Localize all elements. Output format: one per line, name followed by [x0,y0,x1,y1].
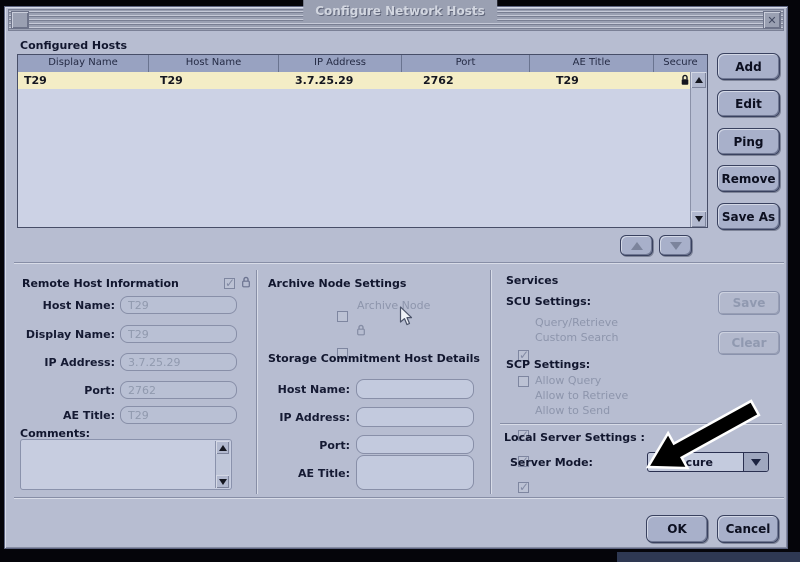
table-scrollbar[interactable] [690,72,707,227]
triangle-down-icon [695,216,703,222]
cell-ae-title: T29 [550,72,679,89]
allow-to-send-checkbox[interactable] [518,482,529,493]
scroll-up-button[interactable] [691,72,706,88]
port-label: Port: [20,384,115,397]
sc-ip-address-field[interactable] [356,407,474,427]
sc-port-field[interactable] [356,435,474,454]
cell-ip-address: 3.7.25.29 [289,72,417,89]
ip-address-label: IP Address: [20,356,115,369]
divider [14,497,784,499]
query-retrieve-label: Query/Retrieve [535,316,618,329]
edit-button[interactable]: Edit [717,90,780,117]
cell-host-name: T29 [154,72,289,89]
arrow-down-icon [670,242,682,250]
remote-host-info-label: Remote Host Information [22,277,179,290]
host-name-field[interactable] [120,296,237,314]
archive-node-checkbox-label: Archive Node [357,299,430,312]
configured-hosts-label: Configured Hosts [20,39,127,52]
table-row-selected[interactable]: T29 T29 3.7.25.29 2762 T29 [18,72,691,89]
desktop-background-patch [617,552,800,562]
clear-button[interactable]: Clear [718,331,780,355]
divider [14,262,784,264]
remove-button[interactable]: Remove [717,165,780,192]
port-field[interactable] [120,381,237,399]
divider [256,270,258,494]
cell-port: 2762 [417,72,550,89]
storage-commitment-label: Storage Commitment Host Details [268,352,480,365]
column-header-ae-title[interactable]: AE Title [530,55,654,72]
sc-ip-address-label: IP Address: [260,411,350,424]
remote-host-locked-checkbox[interactable] [224,278,235,289]
allow-to-retrieve-label: Allow to Retrieve [535,389,628,402]
save-button[interactable]: Save [718,291,780,315]
scroll-up-button[interactable] [216,441,229,454]
allow-query-label: Allow Query [535,374,601,387]
column-header-secure[interactable]: Secure [654,55,707,72]
arrow-up-icon [631,242,643,250]
lock-icon [241,276,251,289]
lock-icon [680,74,690,87]
move-up-button[interactable] [620,235,653,256]
ip-address-field[interactable] [120,353,237,371]
archive-node-settings-label: Archive Node Settings [268,277,406,290]
allow-to-send-label: Allow to Send [535,404,610,417]
custom-search-checkbox[interactable] [518,376,529,387]
services-label: Services [506,274,558,287]
save-as-button[interactable]: Save As [717,203,780,230]
sc-host-name-label: Host Name: [260,383,350,396]
display-name-field[interactable] [120,325,237,343]
triangle-up-icon [219,445,227,451]
column-header-host-name[interactable]: Host Name [149,55,279,72]
sc-host-name-field[interactable] [356,379,474,399]
sc-ae-title-label: AE Title: [260,467,350,480]
column-header-display-name[interactable]: Display Name [18,55,149,72]
hosts-table: Display Name Host Name IP Address Port A… [17,54,708,228]
archive-node-checkbox[interactable] [337,311,348,322]
cancel-button[interactable]: Cancel [717,515,779,543]
comments-textarea[interactable] [20,439,232,490]
column-header-ip-address[interactable]: IP Address [279,55,402,72]
ping-button[interactable]: Ping [717,128,780,155]
mouse-cursor-icon [399,306,414,327]
custom-search-label: Custom Search [535,331,618,344]
close-button[interactable]: ✕ [763,11,781,29]
move-down-button[interactable] [659,235,692,256]
ok-button[interactable]: OK [646,515,708,543]
annotation-arrow-icon [630,395,800,477]
cell-display-name: T29 [18,72,154,89]
screen: Configure Network Hosts ✕ Configured Hos… [0,0,800,562]
window-menu-button[interactable] [11,11,29,29]
scroll-down-button[interactable] [691,211,706,227]
ae-title-field[interactable] [120,406,237,424]
server-mode-label: Server Mode: [510,456,593,469]
hosts-table-header: Display Name Host Name IP Address Port A… [18,55,707,73]
triangle-down-icon [219,479,227,485]
scu-settings-label: SCU Settings: [506,295,591,308]
triangle-up-icon [695,77,703,83]
display-name-label: Display Name: [20,328,115,341]
divider [490,270,492,494]
scp-settings-label: SCP Settings: [506,358,590,371]
ae-title-label: AE Title: [20,409,115,422]
sc-ae-title-field[interactable] [356,455,474,490]
comments-scrollbar[interactable] [215,441,230,488]
window-title: Configure Network Hosts [303,0,497,22]
add-button[interactable]: Add [717,53,780,80]
column-header-port[interactable]: Port [402,55,530,72]
local-server-settings-label: Local Server Settings : [504,431,645,444]
scroll-down-button[interactable] [216,475,229,488]
lock-icon [356,324,366,337]
close-icon: ✕ [767,15,776,26]
sc-port-label: Port: [260,439,350,452]
host-name-label: Host Name: [20,299,115,312]
